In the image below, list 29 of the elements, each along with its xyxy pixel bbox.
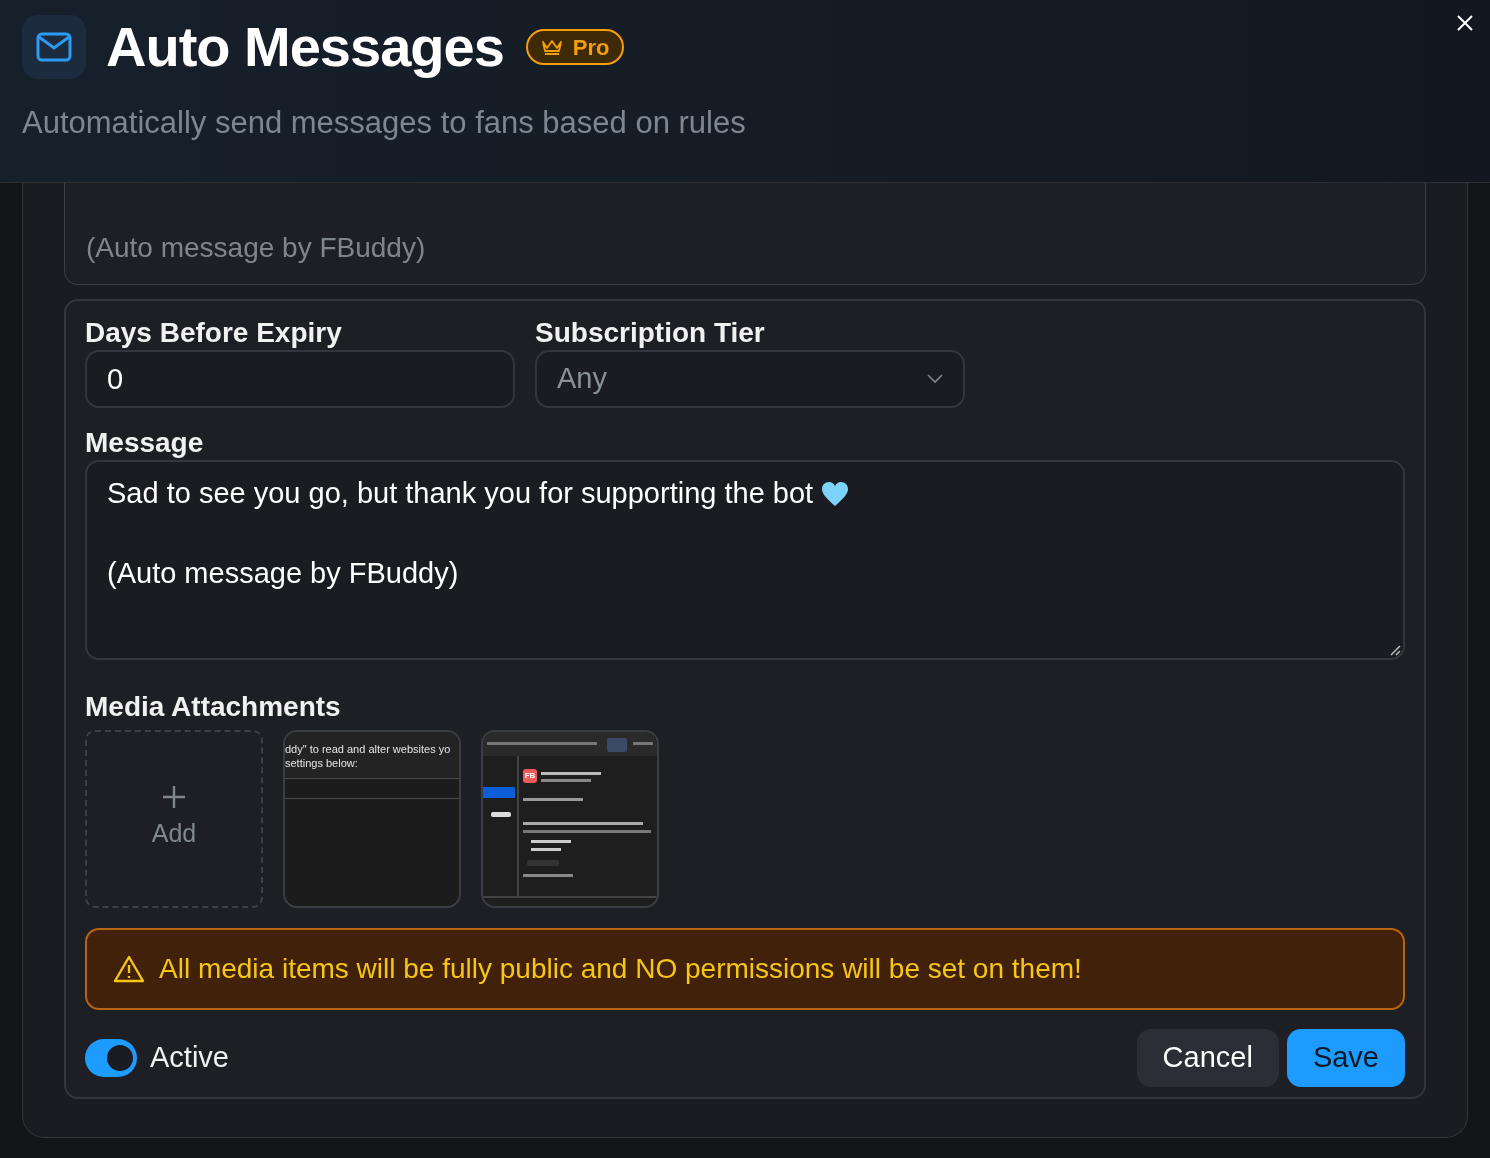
attachment-thumbnail[interactable]: ddy" to read and alter websites yo settings below: — [283, 730, 461, 908]
mail-icon — [22, 15, 86, 79]
plus-icon — [162, 785, 186, 810]
warning-text: All media items will be fully public and NO permissions will be set on them! — [159, 952, 1082, 986]
message-text: (Auto message by FBuddy) — [86, 231, 427, 265]
message-text: (Auto message by FBuddy) — [107, 556, 459, 592]
chevron-down-icon — [927, 374, 943, 384]
field-label: Subscription Tier — [535, 317, 766, 349]
cancel-button[interactable]: Cancel — [1136, 1029, 1279, 1087]
field-label: Days Before Expiry — [85, 317, 343, 349]
tier-dropdown[interactable]: Any — [535, 350, 965, 408]
field-label: Message — [85, 426, 205, 460]
warning-icon — [113, 955, 145, 983]
page-title: Auto Messages — [106, 14, 504, 80]
resize-handle-icon — [1389, 644, 1401, 656]
message-field[interactable]: Sad to see you go, but thank you for supporting the bot (Auto message by FBuddy) — [85, 460, 1405, 660]
heart-icon — [821, 481, 850, 507]
active-toggle[interactable] — [85, 1039, 137, 1077]
days-input[interactable]: 0 — [85, 350, 515, 408]
field-label: Media Attachments — [85, 690, 342, 724]
add-media-button[interactable]: Add — [85, 730, 263, 908]
thumbnail-text: settings below: — [285, 756, 358, 770]
message-text: Sad to see you go, but thank you for supporting the bot — [107, 476, 814, 512]
save-button[interactable]: Save — [1286, 1029, 1405, 1087]
page-subtitle: Automatically send messages to fans based on rules — [22, 104, 747, 142]
thumbnail-text: ddy" to read and alter websites yo — [285, 742, 451, 756]
app-logo: FB — [523, 769, 537, 783]
pro-badge: Pro — [525, 29, 625, 65]
toggle-label: Active — [150, 1040, 229, 1076]
